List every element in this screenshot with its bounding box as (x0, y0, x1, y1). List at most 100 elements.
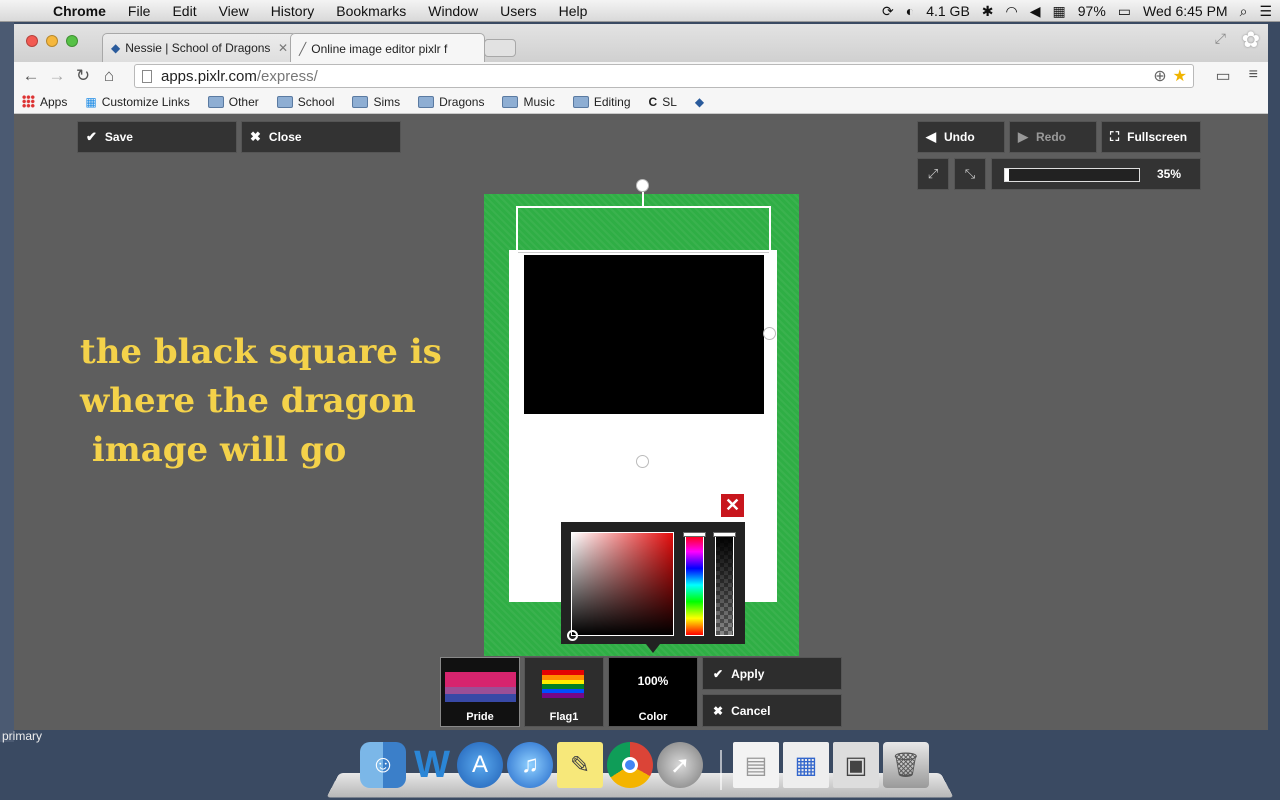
battery-icon[interactable]: ▭ (1118, 3, 1131, 20)
save-button[interactable]: ✔ Save (77, 121, 237, 153)
back-icon[interactable]: ← (18, 66, 44, 86)
undo-button[interactable]: ◀ Undo (917, 121, 1005, 153)
tab-school-of-dragons[interactable]: ◆ Nessie | School of Dragons ✕ (102, 33, 297, 62)
close-picker-button[interactable]: ✕ (720, 493, 745, 518)
resize-handle-right[interactable] (763, 327, 776, 340)
screenshots-stack-icon[interactable]: ▣ (833, 742, 879, 788)
bookmark-other[interactable]: Other (207, 95, 259, 109)
bookmark-music[interactable]: Music (502, 94, 555, 109)
bookmark-star-icon[interactable]: ★ (1173, 66, 1187, 86)
zoom-slider-handle[interactable] (1005, 169, 1009, 181)
rotate-handle[interactable] (636, 179, 649, 192)
apply-button[interactable]: ✔ Apply (702, 657, 842, 690)
zoom-fit-button[interactable]: ⤢ (917, 158, 949, 190)
notification-center-icon[interactable]: ☰ (1259, 3, 1272, 20)
itunes-icon[interactable]: ♫ (507, 742, 553, 788)
zoom-slider[interactable] (1004, 168, 1140, 182)
calendar-icon[interactable]: ▦ (1053, 3, 1066, 20)
zoom-percent: 35% (1157, 167, 1182, 181)
menu-app[interactable]: Chrome (42, 3, 117, 19)
bookmark-customize-links[interactable]: ▦ Customize Links (85, 95, 189, 109)
profile-avatar[interactable]: ✿ (1242, 27, 1260, 53)
windows-logo-icon: ▦ (85, 94, 97, 109)
volume-icon[interactable]: ◀ (1030, 3, 1041, 20)
menu-file[interactable]: File (117, 3, 162, 19)
bookmark-sl[interactable]: C SL (649, 95, 677, 109)
home-icon[interactable]: ⌂ (96, 66, 122, 86)
close-icon: ✕ (724, 495, 741, 515)
menu-users[interactable]: Users (489, 3, 548, 19)
bookmark-apps[interactable]: Apps (22, 95, 67, 109)
hue-slider-handle[interactable] (683, 532, 706, 537)
spotlight-search-icon[interactable]: ⌕ (1240, 3, 1248, 20)
annotation-line-3: image will go (80, 430, 347, 470)
hue-slider[interactable] (683, 532, 706, 636)
bookmark-label: Music (523, 94, 555, 109)
memory-readout[interactable]: 4.1 GB (926, 3, 970, 19)
sync-icon[interactable]: ⟳ (882, 3, 894, 20)
alpha-slider-handle[interactable] (713, 532, 736, 537)
bookmark-dragons[interactable]: Dragons (418, 95, 484, 109)
stickies-icon[interactable]: ✎ (557, 742, 603, 788)
selection-box[interactable] (516, 206, 771, 462)
word-icon[interactable]: W (409, 742, 455, 788)
rotation-stem (642, 192, 644, 206)
trash-icon[interactable]: 🗑 (883, 742, 929, 788)
desktop-edge (0, 22, 14, 742)
bookmark-label: SL (662, 94, 677, 109)
bluetooth-icon[interactable]: ✱ (982, 3, 994, 20)
cast-icon[interactable]: ▭ (1216, 66, 1231, 86)
zoom-window-button[interactable] (66, 35, 78, 47)
checkmark-icon: ✔ (713, 666, 724, 681)
memory-icon[interactable]: ◐ (906, 3, 914, 19)
brush-favicon-icon: ╱ (299, 41, 307, 56)
minimize-window-button[interactable] (46, 35, 58, 47)
fullscreen-button[interactable]: ⛶ Fullscreen (1101, 121, 1201, 153)
menu-window[interactable]: Window (417, 3, 489, 19)
bookmark-school[interactable]: School (276, 95, 334, 109)
redo-button[interactable]: ▶ Redo (1009, 121, 1097, 153)
address-bar[interactable]: apps.pixlr.com/express/ ⊕ ★ (134, 64, 1194, 88)
document-icon[interactable]: ▤ (733, 742, 779, 788)
close-tab-icon[interactable]: ✕ (278, 41, 288, 55)
desktop-label-primary: primary (2, 729, 43, 743)
forward-icon[interactable]: → (44, 66, 70, 86)
close-window-button[interactable] (26, 35, 38, 47)
cancel-button[interactable]: ✖ Cancel (702, 694, 842, 727)
chrome-icon[interactable] (607, 742, 653, 788)
color-cursor[interactable] (567, 630, 578, 641)
fullscreen-icon[interactable]: ⤢ (1215, 30, 1226, 47)
swatch-pride[interactable]: Pride (440, 657, 520, 727)
menu-bookmarks[interactable]: Bookmarks (325, 3, 417, 19)
zoom-actual-button[interactable]: ⤡ (954, 158, 986, 190)
bookmark-sims[interactable]: Sims (352, 95, 400, 109)
apps-grid-icon (22, 95, 35, 108)
alpha-slider[interactable] (713, 532, 736, 636)
chrome-menu-icon[interactable]: ≡ (1249, 66, 1258, 86)
clock[interactable]: Wed 6:45 PM (1143, 3, 1228, 19)
reload-icon[interactable]: ↻ (70, 66, 96, 86)
downloads-stack-icon[interactable]: ▦ (783, 742, 829, 788)
undo-label: Undo (944, 130, 975, 144)
menu-history[interactable]: History (260, 3, 326, 19)
menu-edit[interactable]: Edit (161, 3, 207, 19)
menu-view[interactable]: View (208, 3, 260, 19)
new-tab-button[interactable] (484, 39, 516, 57)
bookmark-dragon-favicon[interactable]: ◆ (695, 95, 704, 109)
saturation-value-field[interactable] (567, 532, 674, 641)
bookmark-editing[interactable]: Editing (572, 95, 631, 109)
finder-icon[interactable]: ☺ (360, 742, 406, 788)
swatch-flag1[interactable]: Flag1 (524, 657, 604, 727)
app-store-icon[interactable]: A (457, 742, 503, 788)
battery-percent[interactable]: 97% (1078, 3, 1106, 19)
swatch-color[interactable]: 100% Color (608, 657, 698, 727)
tab-strip: ◆ Nessie | School of Dragons ✕ ╱ Online … (14, 24, 1268, 63)
expand-arrows-icon: ⤢ (927, 166, 939, 181)
launchpad-icon[interactable]: ➚ (657, 742, 703, 788)
close-button[interactable]: ✖ Close (241, 121, 401, 153)
resize-handle-bottom[interactable] (636, 455, 649, 468)
zoom-magnifier-icon[interactable]: ⊕ (1153, 66, 1166, 86)
tab-pixlr-editor[interactable]: ╱ Online image editor pixlr f (290, 33, 485, 63)
menu-help[interactable]: Help (548, 3, 599, 19)
wifi-icon[interactable]: ◠ (1006, 3, 1018, 20)
